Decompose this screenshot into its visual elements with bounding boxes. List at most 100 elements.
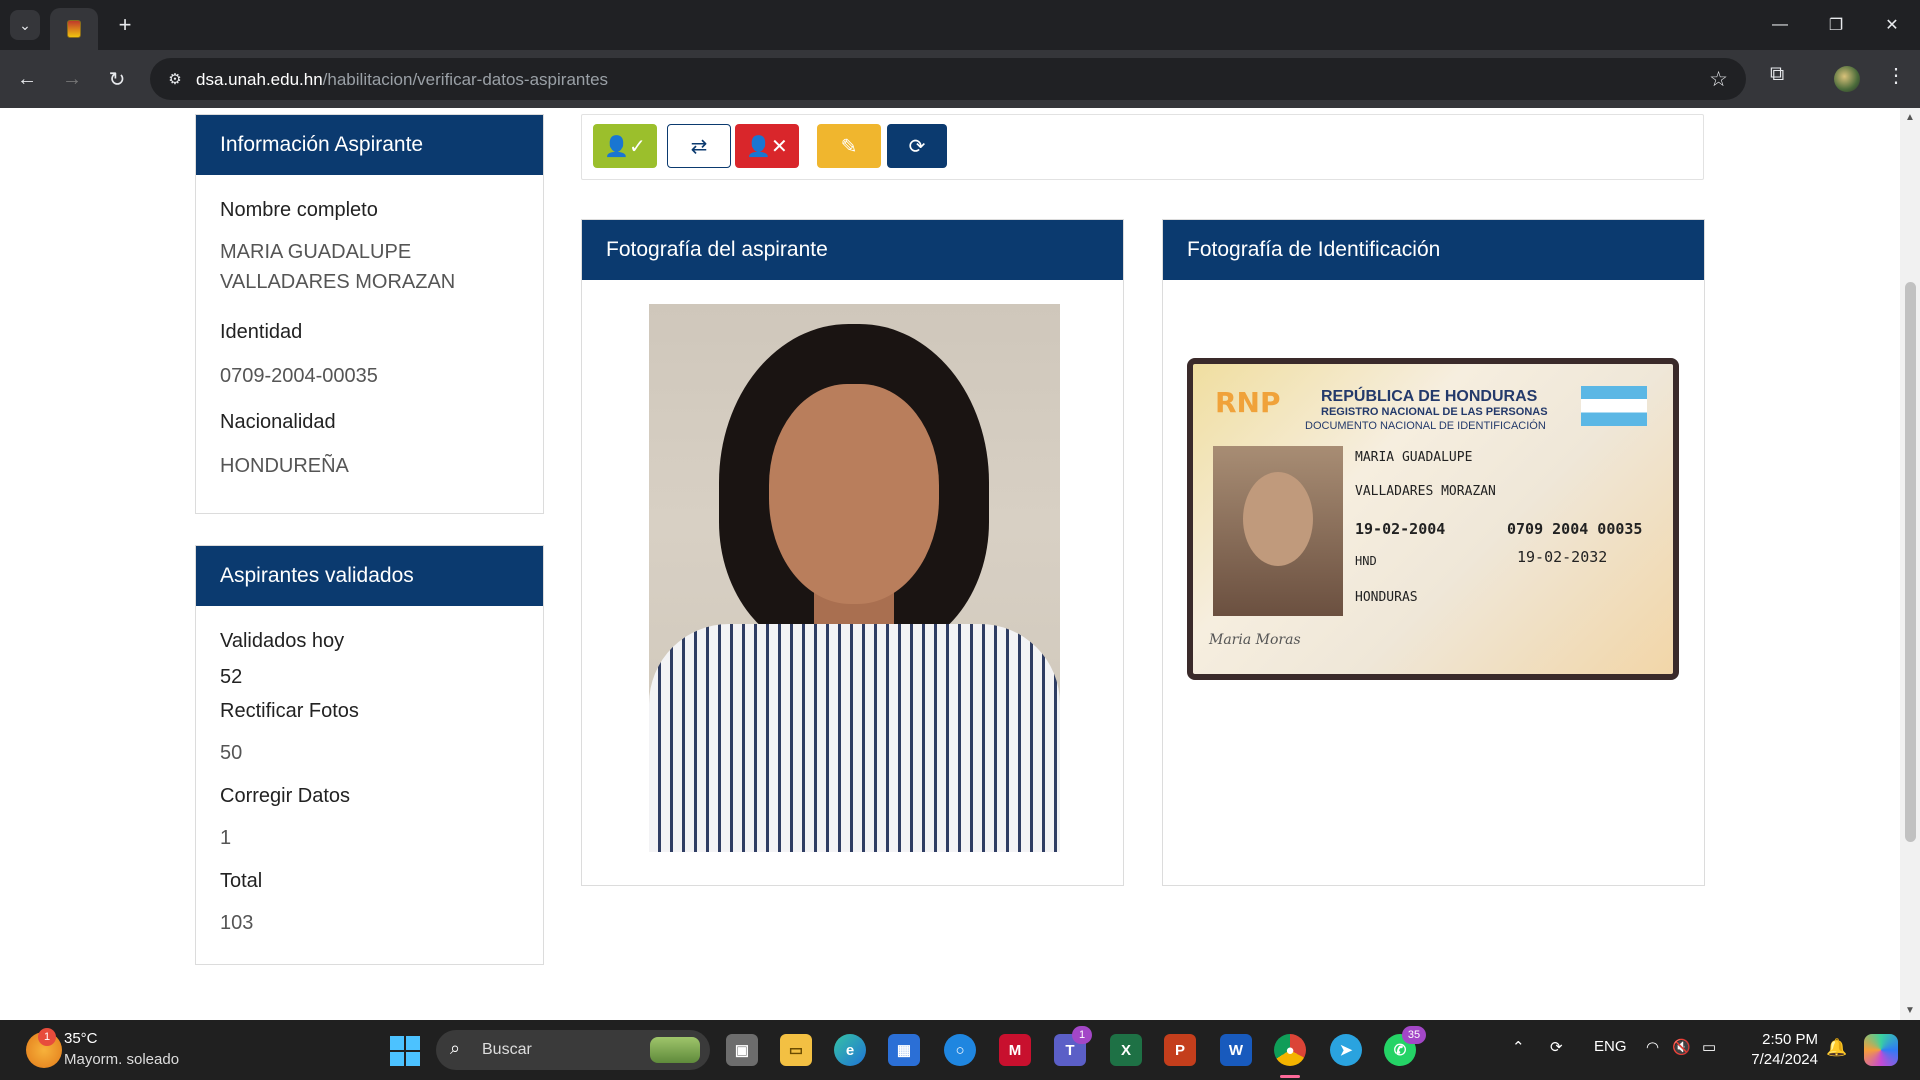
edge-icon[interactable]: e bbox=[834, 1034, 866, 1066]
swap-icon: ⇄ bbox=[690, 135, 708, 158]
browser-toolbar: ← → ↻ ⚙ dsa.unah.edu.hn/habilitacion/ver… bbox=[0, 50, 1920, 108]
store-icon[interactable]: ▦ bbox=[888, 1034, 920, 1066]
info-aspirante-title: Información Aspirante bbox=[196, 115, 543, 175]
whatsapp-badge: 35 bbox=[1402, 1026, 1426, 1044]
id-card-subtitle: REGISTRO NACIONAL DE LAS PERSONAS bbox=[1321, 406, 1548, 418]
foto-aspirante-title: Fotografía del aspirante bbox=[582, 220, 1123, 280]
windows-taskbar: 1 35°C Mayorm. soleado ⌕ Buscar ▣ ▭ e ▦ … bbox=[0, 1020, 1920, 1080]
identidad-value: 0709-2004-00035 bbox=[220, 365, 378, 387]
id-card-title: REPÚBLICA DE HONDURAS bbox=[1321, 388, 1538, 405]
aspirantes-validados-title: Aspirantes validados bbox=[196, 546, 543, 606]
close-icon[interactable]: ✕ bbox=[1864, 0, 1920, 50]
user-times-icon: 👤✕ bbox=[746, 135, 788, 158]
address-bar[interactable]: ⚙ dsa.unah.edu.hn/habilitacion/verificar… bbox=[150, 58, 1746, 100]
scroll-thumb[interactable] bbox=[1905, 282, 1916, 842]
reject-user-button[interactable]: 👤✕ bbox=[735, 124, 799, 168]
refresh-button[interactable]: ⟳ bbox=[887, 124, 947, 168]
tab-search-dropdown-icon[interactable]: ⌄ bbox=[10, 10, 40, 40]
bookmark-star-icon[interactable]: ☆ bbox=[1709, 67, 1728, 92]
nacionalidad-value: HONDUREÑA bbox=[220, 455, 349, 477]
aspirantes-validados-card: Aspirantes validados Validados hoy 52 Re… bbox=[195, 545, 544, 965]
clock-date: 7/24/2024 bbox=[1751, 1051, 1818, 1068]
foto-identificacion-card: Fotografía de Identificación RNP REPÚBLI… bbox=[1162, 219, 1705, 886]
browser-titlebar: ⌄ + — ❐ ✕ bbox=[0, 0, 1920, 50]
applicant-photo bbox=[649, 304, 1060, 852]
weather-badge: 1 bbox=[38, 1028, 56, 1046]
volume-muted-icon[interactable]: 🔇 bbox=[1672, 1038, 1691, 1056]
forward-icon[interactable]: → bbox=[57, 64, 87, 94]
foto-identificacion-title: Fotografía de Identificación bbox=[1163, 220, 1704, 280]
id-card-nombre: MARIA GUADALUPE bbox=[1355, 450, 1473, 465]
menu-kebab-icon[interactable]: ⋮ bbox=[1886, 63, 1906, 88]
id-card-nacionalidad: HND bbox=[1355, 554, 1377, 568]
nombre-value-line2: VALLADARES MORAZAN bbox=[220, 271, 456, 293]
browser-tab[interactable] bbox=[50, 8, 98, 50]
start-windows-icon[interactable] bbox=[390, 1036, 420, 1066]
search-placeholder: Buscar bbox=[482, 1041, 532, 1058]
extensions-icon[interactable]: ⧉ bbox=[1770, 63, 1784, 86]
action-toolbar: 👤✓ ⇄ 👤✕ ✎ ⟳ bbox=[581, 114, 1704, 180]
page-content: Información Aspirante Nombre completo MA… bbox=[0, 108, 1920, 1020]
id-card-logo: RNP bbox=[1215, 386, 1281, 419]
restore-icon[interactable]: ❐ bbox=[1808, 0, 1864, 50]
taskbar-search[interactable]: ⌕ Buscar bbox=[436, 1030, 710, 1070]
excel-icon[interactable]: X bbox=[1110, 1034, 1142, 1066]
tray-overflow-icon[interactable]: ⌃ bbox=[1512, 1038, 1525, 1056]
language-indicator[interactable]: ENG bbox=[1594, 1038, 1627, 1055]
site-info-icon[interactable]: ⚙ bbox=[164, 68, 186, 90]
total-value: 103 bbox=[220, 912, 254, 934]
profile-avatar[interactable] bbox=[1834, 66, 1860, 92]
file-explorer-icon[interactable]: ▭ bbox=[780, 1034, 812, 1066]
corregir-datos-value: 1 bbox=[220, 827, 232, 849]
wifi-icon[interactable]: ◠ bbox=[1646, 1038, 1659, 1056]
foto-aspirante-card: Fotografía del aspirante bbox=[581, 219, 1124, 886]
search-icon: ⌕ bbox=[450, 1038, 461, 1058]
id-card-doc: DOCUMENTO NACIONAL DE IDENTIFICACIÓN bbox=[1305, 420, 1546, 432]
honduras-flag-icon bbox=[1581, 386, 1647, 426]
notification-bell-icon[interactable]: 🔔 bbox=[1826, 1038, 1847, 1058]
word-icon[interactable]: W bbox=[1220, 1034, 1252, 1066]
id-card-fecha-expiracion: 19-02-2032 bbox=[1517, 548, 1608, 566]
nombre-label: Nombre completo bbox=[220, 199, 378, 221]
id-card-portrait bbox=[1213, 446, 1343, 616]
new-tab-button[interactable]: + bbox=[112, 12, 138, 38]
validate-user-button[interactable]: 👤✓ bbox=[593, 124, 657, 168]
validados-hoy-value: 52 bbox=[220, 666, 243, 688]
chrome-icon[interactable]: ● bbox=[1274, 1034, 1306, 1066]
telegram-icon[interactable]: ➤ bbox=[1330, 1034, 1362, 1066]
task-view-icon[interactable]: ▣ bbox=[726, 1034, 758, 1066]
weather-temp[interactable]: 35°C bbox=[64, 1030, 98, 1047]
window-controls: — ❐ ✕ bbox=[1752, 0, 1920, 50]
edit-button[interactable]: ✎ bbox=[817, 124, 881, 168]
copilot-icon[interactable] bbox=[1864, 1034, 1898, 1066]
swap-button[interactable]: ⇄ bbox=[667, 124, 731, 168]
back-icon[interactable]: ← bbox=[12, 64, 42, 94]
refresh-icon: ⟳ bbox=[908, 135, 926, 158]
cortana-icon[interactable]: ○ bbox=[944, 1034, 976, 1066]
scroll-up-icon[interactable]: ▲ bbox=[1905, 112, 1915, 123]
url-text[interactable]: dsa.unah.edu.hn/habilitacion/verificar-d… bbox=[196, 70, 608, 90]
validados-hoy-label: Validados hoy bbox=[220, 630, 345, 652]
sync-icon[interactable]: ⟳ bbox=[1550, 1038, 1563, 1056]
corregir-datos-label: Corregir Datos bbox=[220, 785, 351, 807]
teams-badge: 1 bbox=[1072, 1026, 1092, 1044]
taskbar-clock[interactable]: 2:50 PM 7/24/2024 bbox=[1748, 1030, 1818, 1070]
id-card-lugar: HONDURAS bbox=[1355, 590, 1418, 605]
id-card-signature: Maria Moras bbox=[1209, 632, 1301, 648]
weather-desc[interactable]: Mayorm. soleado bbox=[64, 1051, 179, 1068]
id-card-numero: 0709 2004 00035 bbox=[1507, 520, 1643, 538]
page-scrollbar[interactable]: ▲ ▼ bbox=[1900, 108, 1920, 1020]
rectificar-fotos-value: 50 bbox=[220, 742, 243, 764]
edit-icon: ✎ bbox=[840, 135, 858, 158]
minimize-icon[interactable]: — bbox=[1752, 0, 1808, 50]
reload-icon[interactable]: ↻ bbox=[102, 64, 132, 94]
nacionalidad-label: Nacionalidad bbox=[220, 411, 336, 433]
info-aspirante-card: Información Aspirante Nombre completo MA… bbox=[195, 114, 544, 514]
identidad-label: Identidad bbox=[220, 321, 303, 343]
scroll-down-icon[interactable]: ▼ bbox=[1905, 1005, 1915, 1016]
powerpoint-icon[interactable]: P bbox=[1164, 1034, 1196, 1066]
id-card-apellido: VALLADARES MORAZAN bbox=[1355, 484, 1496, 499]
search-highlight-icon bbox=[650, 1037, 700, 1063]
battery-icon[interactable]: ▭ bbox=[1702, 1038, 1716, 1056]
mcafee-icon[interactable]: M bbox=[999, 1034, 1031, 1066]
